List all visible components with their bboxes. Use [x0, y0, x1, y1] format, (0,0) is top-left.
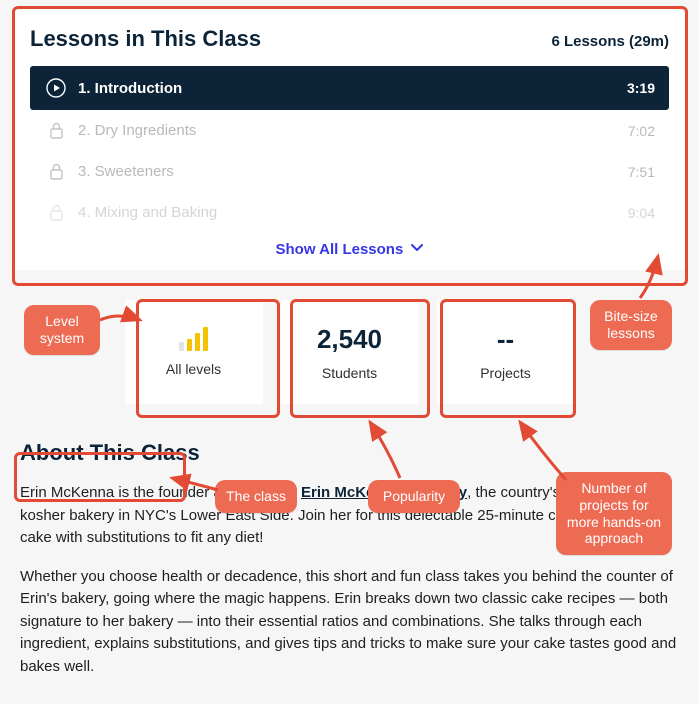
- stats-row: All levels 2,540 Students -- Projects: [14, 300, 685, 404]
- lesson-title: 4. Mixing and Baking: [78, 204, 628, 221]
- lesson-title: 1. Introduction: [78, 80, 627, 97]
- about-text: , the country's leadin: [467, 484, 604, 501]
- about-body: Erin McKenna is the founder and baker at…: [14, 482, 685, 678]
- lock-icon: [44, 122, 68, 139]
- lock-icon: [44, 204, 68, 221]
- chevron-down-icon: [411, 240, 423, 257]
- show-all-lessons[interactable]: Show All Lessons: [30, 233, 669, 258]
- lesson-row-2[interactable]: 2. Dry Ingredients 7:02: [30, 110, 669, 151]
- stat-label: All levels: [166, 361, 221, 377]
- lesson-title: 3. Sweeteners: [78, 163, 628, 180]
- lesson-duration: 7:02: [628, 123, 655, 139]
- lessons-title: Lessons in This Class: [30, 26, 261, 52]
- stat-label: Students: [322, 365, 377, 381]
- lesson-duration: 9:04: [628, 205, 655, 221]
- lock-icon: [44, 163, 68, 180]
- lesson-row-3[interactable]: 3. Sweeteners 7:51: [30, 151, 669, 192]
- stat-value: --: [497, 324, 514, 355]
- lesson-duration: 3:19: [627, 80, 655, 96]
- play-icon: [44, 78, 68, 98]
- about-text: cake with substitutions to fit any diet!: [20, 529, 263, 546]
- lesson-row-1[interactable]: 1. Introduction 3:19: [30, 66, 669, 110]
- stat-students[interactable]: 2,540 Students: [281, 300, 419, 404]
- bakery-link[interactable]: Erin McKenna's Bakery: [301, 484, 467, 501]
- stat-value: 2,540: [317, 324, 382, 355]
- lessons-count: 6 Lessons (29m): [551, 33, 669, 50]
- level-bars-icon: [179, 327, 208, 351]
- about-text: Whether you choose health or decadence, …: [20, 566, 679, 679]
- stat-level[interactable]: All levels: [125, 300, 263, 404]
- stat-projects[interactable]: -- Projects: [437, 300, 575, 404]
- lessons-panel: Lessons in This Class 6 Lessons (29m) 1.…: [14, 10, 685, 270]
- about-text: Erin McKenna is the founder and baker at: [20, 484, 301, 501]
- show-all-label: Show All Lessons: [276, 241, 404, 258]
- about-text: kosher bakery in NYC's Lower East Side. …: [20, 507, 611, 524]
- lesson-title: 2. Dry Ingredients: [78, 122, 628, 139]
- lesson-row-4[interactable]: 4. Mixing and Baking 9:04: [30, 192, 669, 233]
- stat-label: Projects: [480, 365, 531, 381]
- about-title: About This Class: [20, 440, 685, 466]
- lesson-duration: 7:51: [628, 164, 655, 180]
